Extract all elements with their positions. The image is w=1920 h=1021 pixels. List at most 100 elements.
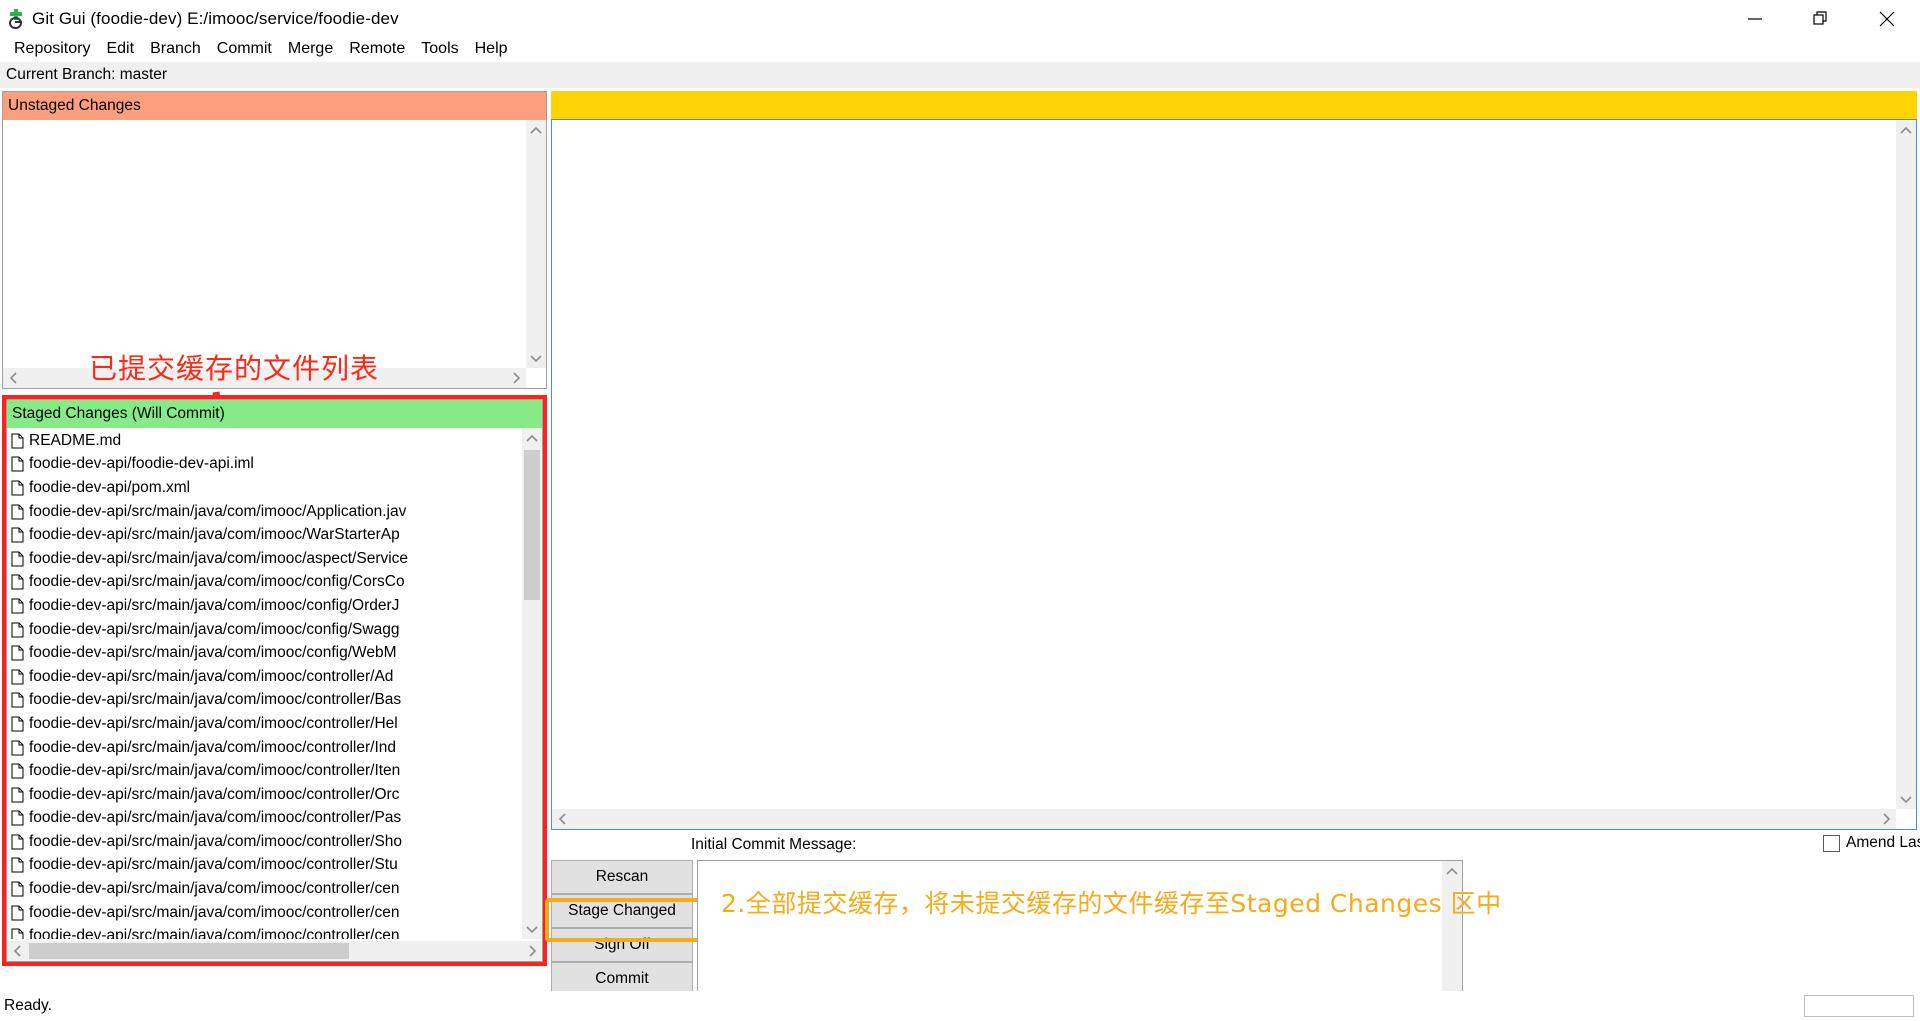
file-icon bbox=[11, 551, 24, 567]
staged-file-row[interactable]: foodie-dev-api/src/main/java/com/imooc/a… bbox=[7, 547, 522, 571]
left-column: Unstaged Changes 已提交缓存的文件列表 Staged Chang… bbox=[2, 91, 547, 966]
staged-file-row[interactable]: foodie-dev-api/foodie-dev-api.iml bbox=[7, 453, 522, 477]
scroll-up-icon[interactable] bbox=[1896, 120, 1916, 140]
staged-file-name: foodie-dev-api/src/main/java/com/imooc/W… bbox=[29, 526, 400, 544]
staged-horizontal-scrollbar[interactable] bbox=[7, 941, 542, 961]
stage-changed-button[interactable]: Stage Changed bbox=[551, 894, 693, 928]
file-icon bbox=[11, 622, 24, 638]
staged-file-row[interactable]: foodie-dev-api/src/main/java/com/imooc/W… bbox=[7, 523, 522, 547]
staged-changes-header: Staged Changes (Will Commit) bbox=[7, 400, 542, 428]
unstaged-vertical-scrollbar[interactable] bbox=[526, 120, 546, 368]
staged-file-list[interactable]: README.md foodie-dev-api/foodie-dev-api.i… bbox=[7, 428, 522, 939]
staged-file-name: foodie-dev-api/src/main/java/com/imooc/A… bbox=[29, 502, 407, 520]
staged-file-row[interactable]: foodie-dev-api/src/main/java/com/imooc/c… bbox=[7, 618, 522, 642]
file-icon bbox=[11, 928, 24, 939]
scroll-down-icon[interactable] bbox=[522, 919, 542, 939]
staged-changes-highlight: Staged Changes (Will Commit) README.md fo… bbox=[2, 395, 547, 966]
scroll-right-icon[interactable] bbox=[522, 941, 542, 961]
staged-file-row[interactable]: foodie-dev-api/src/main/java/com/imooc/c… bbox=[7, 830, 522, 854]
unstaged-changes-panel: Unstaged Changes 已提交缓存的文件列表 bbox=[2, 91, 547, 476]
menu-edit[interactable]: Edit bbox=[98, 39, 142, 59]
staged-file-name: foodie-dev-api/src/main/java/com/imooc/c… bbox=[29, 809, 402, 827]
staged-file-row[interactable]: foodie-dev-api/src/main/java/com/imooc/c… bbox=[7, 901, 522, 925]
diff-vertical-scrollbar[interactable] bbox=[1896, 120, 1916, 809]
file-icon bbox=[11, 598, 24, 614]
scroll-left-icon[interactable] bbox=[552, 809, 572, 829]
scroll-left-icon[interactable] bbox=[7, 941, 27, 961]
staged-file-name: foodie-dev-api/src/main/java/com/imooc/c… bbox=[29, 596, 400, 614]
annotation-stage-changed-note: 2.全部提交缓存，将未提交缓存的文件缓存至Staged Changes 区中 bbox=[721, 889, 1502, 918]
menu-bar: Repository Edit Branch Commit Merge Remo… bbox=[0, 37, 1920, 61]
staged-file-name: foodie-dev-api/src/main/java/com/imooc/c… bbox=[29, 667, 394, 685]
amend-last-commit-checkbox[interactable] bbox=[1823, 834, 1840, 852]
scroll-right-icon[interactable] bbox=[506, 368, 526, 388]
staged-file-name: foodie-dev-api/src/main/java/com/imooc/c… bbox=[29, 573, 405, 591]
staged-file-row[interactable]: foodie-dev-api/src/main/java/com/imooc/c… bbox=[7, 924, 522, 939]
rescan-button[interactable]: Rescan bbox=[551, 860, 693, 894]
scroll-down-icon[interactable] bbox=[526, 348, 546, 368]
staged-vertical-scrollbar[interactable] bbox=[522, 428, 542, 939]
staged-file-row[interactable]: foodie-dev-api/src/main/java/com/imooc/c… bbox=[7, 594, 522, 618]
diff-viewer-panel bbox=[551, 119, 1917, 830]
staged-file-name: foodie-dev-api/src/main/java/com/imooc/c… bbox=[29, 856, 398, 874]
staged-file-row[interactable]: README.md bbox=[7, 429, 522, 453]
staged-file-row[interactable]: foodie-dev-api/src/main/java/com/imooc/c… bbox=[7, 759, 522, 783]
staged-file-row[interactable]: foodie-dev-api/src/main/java/com/imooc/c… bbox=[7, 665, 522, 689]
close-button[interactable] bbox=[1854, 0, 1920, 37]
staged-file-name: foodie-dev-api/src/main/java/com/imooc/c… bbox=[29, 620, 400, 638]
unstaged-file-list[interactable] bbox=[3, 120, 526, 368]
file-icon bbox=[11, 433, 24, 449]
file-icon bbox=[11, 740, 24, 756]
scroll-right-icon[interactable] bbox=[1876, 809, 1896, 829]
status-bar: Ready. bbox=[0, 991, 1920, 1021]
current-branch-bar: Current Branch: master bbox=[0, 62, 1920, 88]
staged-file-name: foodie-dev-api/src/main/java/com/imooc/c… bbox=[29, 903, 400, 921]
menu-help[interactable]: Help bbox=[467, 39, 516, 59]
staged-file-row[interactable]: foodie-dev-api/src/main/java/com/imooc/c… bbox=[7, 571, 522, 595]
staged-file-row[interactable]: foodie-dev-api/src/main/java/com/imooc/c… bbox=[7, 783, 522, 807]
staged-file-row[interactable]: foodie-dev-api/src/main/java/com/imooc/c… bbox=[7, 877, 522, 901]
sign-off-button[interactable]: Sign Off bbox=[551, 928, 693, 962]
staged-file-name: foodie-dev-api/src/main/java/com/imooc/c… bbox=[29, 644, 397, 662]
file-icon bbox=[11, 763, 24, 779]
menu-tools[interactable]: Tools bbox=[413, 39, 466, 59]
minimize-button[interactable] bbox=[1722, 0, 1788, 37]
menu-remote[interactable]: Remote bbox=[341, 39, 413, 59]
staged-file-name: foodie-dev-api/foodie-dev-api.iml bbox=[29, 455, 254, 473]
staged-file-row[interactable]: foodie-dev-api/src/main/java/com/imooc/c… bbox=[7, 736, 522, 760]
staged-file-row[interactable]: foodie-dev-api/src/main/java/com/imooc/c… bbox=[7, 807, 522, 831]
file-icon bbox=[11, 504, 24, 520]
staged-file-name: foodie-dev-api/src/main/java/com/imooc/c… bbox=[29, 762, 401, 780]
scroll-thumb[interactable] bbox=[524, 450, 540, 600]
diff-horizontal-scrollbar[interactable] bbox=[552, 809, 1896, 829]
scroll-left-icon[interactable] bbox=[3, 368, 23, 388]
staged-file-row[interactable]: foodie-dev-api/pom.xml bbox=[7, 476, 522, 500]
menu-repository[interactable]: Repository bbox=[6, 39, 98, 59]
title-bar: Git Gui (foodie-dev) E:/imooc/service/fo… bbox=[0, 0, 1920, 37]
menu-merge[interactable]: Merge bbox=[280, 39, 341, 59]
staged-file-row[interactable]: foodie-dev-api/src/main/java/com/imooc/c… bbox=[7, 854, 522, 878]
status-text: Ready. bbox=[4, 997, 52, 1014]
staged-file-name: foodie-dev-api/src/main/java/com/imooc/c… bbox=[29, 738, 396, 756]
scroll-down-icon[interactable] bbox=[1896, 789, 1916, 809]
scroll-up-icon[interactable] bbox=[522, 428, 542, 448]
file-icon bbox=[11, 692, 24, 708]
staged-file-row[interactable]: foodie-dev-api/src/main/java/com/imooc/c… bbox=[7, 712, 522, 736]
menu-branch[interactable]: Branch bbox=[142, 39, 209, 59]
scroll-up-icon[interactable] bbox=[1442, 861, 1462, 881]
menu-commit[interactable]: Commit bbox=[209, 39, 280, 59]
staged-file-row[interactable]: foodie-dev-api/src/main/java/com/imooc/c… bbox=[7, 641, 522, 665]
restore-button[interactable] bbox=[1788, 0, 1854, 37]
commit-message-label: Initial Commit Message: bbox=[691, 836, 857, 853]
staged-file-row[interactable]: foodie-dev-api/src/main/java/com/imooc/c… bbox=[7, 689, 522, 713]
staged-file-name: foodie-dev-api/src/main/java/com/imooc/c… bbox=[29, 785, 400, 803]
staged-file-name: foodie-dev-api/pom.xml bbox=[29, 478, 191, 496]
annotation-unstaged-note: 已提交缓存的文件列表 bbox=[89, 352, 380, 385]
staged-file-row[interactable]: foodie-dev-api/src/main/java/com/imooc/A… bbox=[7, 500, 522, 524]
scroll-up-icon[interactable] bbox=[526, 120, 546, 140]
scroll-thumb[interactable] bbox=[29, 943, 349, 959]
diff-content[interactable] bbox=[552, 120, 1896, 809]
amend-last-commit-row[interactable]: Amend Last Commit bbox=[1823, 834, 1920, 852]
file-icon bbox=[11, 716, 24, 732]
file-icon bbox=[11, 574, 24, 590]
